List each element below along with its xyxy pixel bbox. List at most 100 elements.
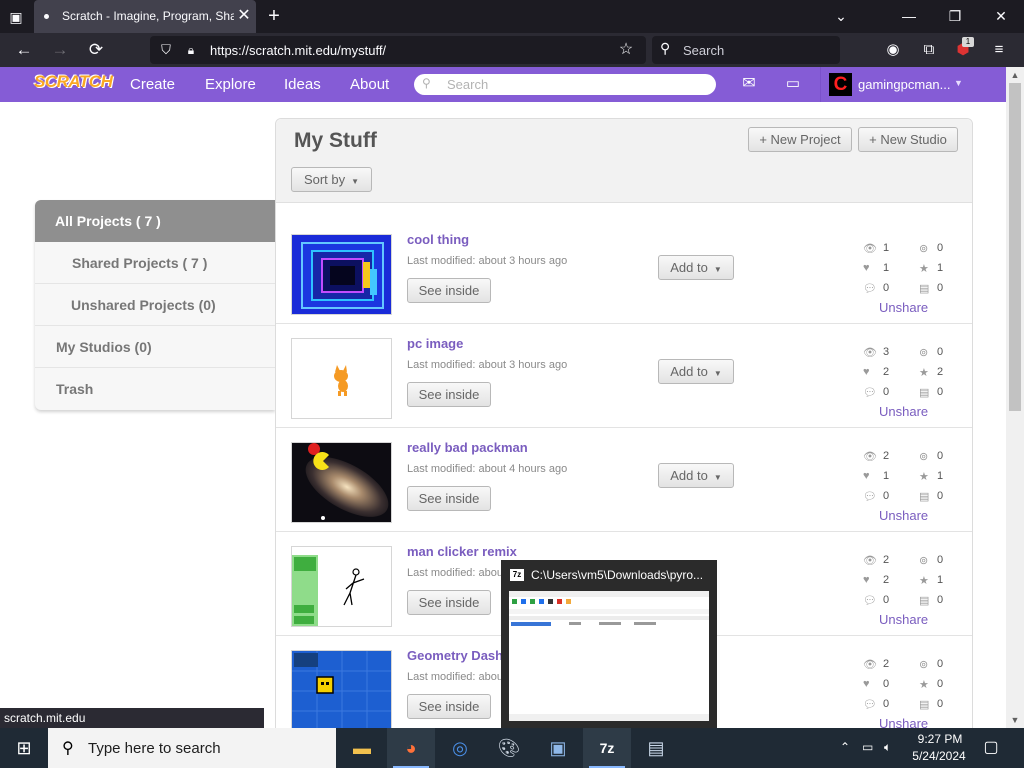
see-inside-button[interactable]: See inside [407, 590, 491, 615]
taskbar-clock-time[interactable]: 9:27 PM [912, 732, 968, 746]
project-row: pc image Last modified: about 3 hours ag… [276, 324, 972, 428]
favorites-count: 1 [937, 262, 944, 274]
tab-overflow-chevron-icon[interactable]: ⌄ [829, 5, 853, 27]
page-scrollbar[interactable]: ▲ ▼ [1006, 67, 1024, 728]
scratch-logo[interactable]: SCRATCH [34, 72, 113, 96]
close-tab-icon[interactable]: ✕ [234, 6, 254, 26]
chevron-down-icon: ▼ [713, 369, 722, 378]
scratch-search-input[interactable]: ⚲ Search [414, 74, 716, 95]
add-to-button[interactable]: Add to ▼ [658, 463, 734, 488]
project-thumbnail[interactable] [291, 338, 392, 419]
7zip-taskbar-icon[interactable]: 7z [583, 728, 631, 768]
network-icon[interactable]: ▭ [862, 740, 873, 754]
favorites-count: 0 [937, 678, 944, 690]
nav-create[interactable]: Create [130, 76, 175, 93]
project-title[interactable]: Geometry Dash [407, 648, 503, 663]
account-dropdown-caret-icon[interactable]: ▼ [954, 78, 963, 88]
sidebar-item-shared-projects[interactable]: Shared Projects ( 7 ) [35, 242, 275, 284]
firefox-icon[interactable]: ◕ [387, 728, 435, 768]
browser-status-url: scratch.mit.edu [0, 708, 264, 728]
nav-about[interactable]: About [350, 76, 389, 93]
sidebar-item-all-projects[interactable]: All Projects ( 7 ) [35, 200, 275, 242]
see-inside-button[interactable]: See inside [407, 694, 491, 719]
unshare-link[interactable]: Unshare [879, 716, 928, 728]
file-explorer-icon[interactable]: ▬ [338, 728, 386, 768]
forward-icon[interactable]: → [49, 39, 71, 61]
comment-icon: 💬︎ [863, 699, 877, 711]
app-window-icon[interactable]: ▣ [534, 728, 582, 768]
loading-stop-icon[interactable]: ⟳ [85, 39, 107, 61]
new-project-button[interactable]: + New Project [748, 127, 852, 152]
volume-muted-icon[interactable]: 🔈︎ [884, 740, 891, 755]
sort-by-button[interactable]: Sort by ▼ [291, 167, 372, 192]
avatar[interactable]: C [829, 73, 852, 96]
browser-tab-active[interactable]: Scratch - Imagine, Program, Share ✕ [34, 0, 256, 33]
project-thumbnail[interactable] [291, 442, 392, 523]
tracking-shield-icon[interactable]: ⛉ [156, 40, 176, 60]
notification-center-icon[interactable]: ▢ [980, 737, 1002, 759]
username[interactable]: gamingpcman... [858, 77, 951, 92]
taskbar-clock-date[interactable]: 5/24/2024 [908, 749, 970, 763]
chrome-icon[interactable]: ◎ [436, 728, 484, 768]
windows-start-icon[interactable]: ⊞ [0, 728, 48, 768]
nav-explore[interactable]: Explore [205, 76, 256, 93]
project-title[interactable]: pc image [407, 336, 463, 351]
editor-app-icon[interactable]: ▤ [632, 728, 680, 768]
project-title[interactable]: cool thing [407, 232, 469, 247]
project-title[interactable]: man clicker remix [407, 544, 517, 559]
lock-icon[interactable]: 🔒︎ [182, 40, 200, 60]
add-to-button[interactable]: Add to ▼ [658, 359, 734, 384]
scroll-thumb[interactable] [1009, 83, 1021, 411]
new-tab-icon[interactable]: + [264, 6, 284, 26]
project-title[interactable]: really bad packman [407, 440, 528, 455]
project-thumbnail[interactable] [291, 234, 392, 315]
sidebar-item-trash[interactable]: Trash [35, 368, 275, 410]
extensions-icon[interactable]: ⧉ [918, 39, 940, 61]
scroll-up-arrow-icon[interactable]: ▲ [1006, 67, 1024, 83]
paint-icon[interactable]: 🎨︎ [485, 728, 533, 768]
show-hidden-icons-chevron-icon[interactable]: ⌃ [840, 740, 850, 754]
chevron-down-icon: ▼ [713, 265, 722, 274]
nav-ideas[interactable]: Ideas [284, 76, 321, 93]
comment-icon: 💬︎ [863, 387, 877, 399]
studios-count: 0 [937, 282, 944, 294]
restore-icon[interactable]: ❐ [943, 5, 967, 27]
url-text[interactable]: https://scratch.mit.edu/mystuff/ [210, 43, 386, 58]
bookmark-star-icon[interactable]: ☆ [616, 40, 636, 60]
studios-count: 0 [937, 490, 944, 502]
remix-icon: ⊚ [919, 555, 929, 567]
taskbar-window-preview[interactable]: 7z C:\Users\vm5\Downloads\pyro... [501, 560, 717, 728]
love-heart-icon: ♥ [863, 574, 870, 586]
tab-list-icon[interactable]: ▣ [6, 7, 26, 27]
project-thumbnail[interactable] [291, 546, 392, 627]
new-studio-button[interactable]: + New Studio [858, 127, 958, 152]
scroll-down-arrow-icon[interactable]: ▼ [1006, 712, 1024, 728]
taskbar-search-box[interactable]: ⚲ Type here to search [48, 728, 336, 768]
browser-search-box[interactable]: ⚲ Search [652, 36, 840, 64]
back-icon[interactable]: ← [13, 39, 35, 61]
unshare-link[interactable]: Unshare [879, 508, 928, 523]
close-window-icon[interactable]: ✕ [989, 5, 1013, 27]
project-thumbnail[interactable] [291, 650, 392, 728]
project-modified: Last modified: about 3 hours ago [407, 359, 568, 371]
minimize-icon[interactable]: — [897, 5, 921, 27]
account-icon[interactable]: ◉ [882, 39, 904, 61]
sidebar-item-my-studios[interactable]: My Studios (0) [35, 326, 275, 368]
love-heart-icon: ♥ [863, 678, 870, 690]
unshare-link[interactable]: Unshare [879, 612, 928, 627]
see-inside-button[interactable]: See inside [407, 382, 491, 407]
my-stuff-folder-icon[interactable]: ▭ [782, 75, 804, 93]
header-divider [820, 67, 821, 102]
unshare-link[interactable]: Unshare [879, 300, 928, 315]
see-inside-button[interactable]: See inside [407, 278, 491, 303]
sidebar-item-unshared-projects[interactable]: Unshared Projects (0) [35, 284, 275, 326]
preview-thumbnail[interactable] [509, 591, 709, 721]
unshare-link[interactable]: Unshare [879, 404, 928, 419]
see-inside-button[interactable]: See inside [407, 486, 491, 511]
mystuff-sidebar: All Projects ( 7 ) Shared Projects ( 7 )… [35, 200, 275, 410]
menu-icon[interactable]: ≡ [988, 39, 1010, 61]
messages-envelope-icon[interactable]: ✉ [738, 76, 760, 92]
add-to-button[interactable]: Add to ▼ [658, 255, 734, 280]
loves-count: 1 [883, 470, 890, 482]
address-bar[interactable]: ⛉ 🔒︎ https://scratch.mit.edu/mystuff/ ☆ [150, 36, 646, 64]
